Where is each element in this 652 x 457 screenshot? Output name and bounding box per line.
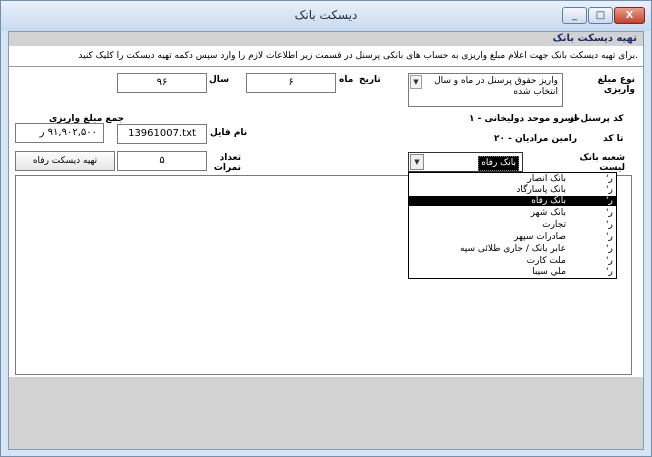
month-field[interactable]: ۶ — [246, 73, 336, 93]
list-item[interactable]: بانک انصار 'ر — [409, 174, 616, 184]
close-icon: X — [625, 10, 634, 21]
payment-type-label: نوع مبلغ واریزی — [597, 75, 635, 95]
title-bar[interactable]: دیسکت بانک _ □ X — [1, 1, 651, 31]
app-window: دیسکت بانک _ □ X تهیه دیسکت بانک برای ته… — [0, 0, 652, 457]
bank-select-value: بانک رفاه — [478, 156, 519, 171]
from-code-value: ۱ - خسرو موحد دولیخانی — [469, 114, 581, 124]
total-amount-field[interactable]: ۹۱,۹۰۲,۵۰۰ ر — [15, 123, 104, 143]
to-code-value: ۲۰ - رامین مرادیان — [494, 134, 578, 144]
bank-dropdown-list[interactable]: بانک انصار 'ر بانک پاسارگاد 'ر بانک رفاه 'ر… — [408, 172, 617, 279]
list-item[interactable]: عابر بانک / جاری طلائی سپه 'ر — [409, 244, 616, 254]
instruction-text: برای تهیه دیسکت بانک جهت اعلام مبلغ واری… — [78, 51, 638, 61]
list-item[interactable]: صادرات سپهر 'ر — [409, 232, 616, 242]
date-label: تاریخ — [359, 75, 381, 85]
form-title: تهیه دیسکت بانک — [552, 33, 637, 44]
payment-type-list[interactable]: ▼ واریز حقوق پرسنل در ماه و سال انتخاب ش… — [408, 73, 563, 107]
list-item[interactable]: تجارت 'ر — [409, 220, 616, 230]
year-field[interactable]: ۹۶ — [117, 73, 207, 93]
list-item[interactable]: ملي سيبا 'ر — [409, 267, 616, 277]
list-item[interactable]: بانک شهر 'ر — [409, 208, 616, 218]
form-header: تهیه دیسکت بانک — [9, 32, 643, 46]
close-button[interactable]: X — [614, 7, 645, 24]
payment-type-value: واریز حقوق پرسنل در ماه و سال انتخاب شده — [434, 76, 558, 97]
file-name-field[interactable]: 13961007.txt — [117, 124, 207, 144]
minimize-icon: _ — [572, 10, 577, 21]
form-footer — [9, 377, 643, 449]
chevron-down-icon[interactable]: ▼ — [410, 154, 424, 170]
year-label: سال — [209, 75, 230, 85]
records-count-label: تعداد نمرات — [213, 153, 241, 173]
records-count-field[interactable]: ۵ — [117, 151, 207, 171]
list-item-selected[interactable]: بانک رفاه 'ر — [409, 196, 616, 206]
chevron-down-icon[interactable]: ▼ — [410, 75, 422, 89]
file-name-label: نام فایل — [210, 128, 248, 138]
make-diskette-button[interactable]: تهیه دیسکت رفاه — [15, 151, 115, 171]
window-title: دیسکت بانک — [294, 8, 358, 22]
maximize-icon: □ — [595, 10, 606, 21]
list-item[interactable]: ملت کارت 'ر — [409, 256, 616, 266]
list-item[interactable]: بانک پاسارگاد 'ر — [409, 185, 616, 195]
maximize-button[interactable]: □ — [588, 7, 613, 24]
month-label: ماه — [339, 75, 354, 85]
bank-select[interactable]: ▼ بانک رفاه — [408, 152, 523, 172]
to-code-label: تا کد — [603, 134, 624, 144]
instruction-bar: برای تهیه دیسکت بانک جهت اعلام مبلغ واری… — [9, 48, 643, 67]
bank-diskette-form: تهیه دیسکت بانک برای تهیه دیسکت بانک جهت… — [8, 31, 644, 450]
minimize-button[interactable]: _ — [562, 7, 587, 24]
